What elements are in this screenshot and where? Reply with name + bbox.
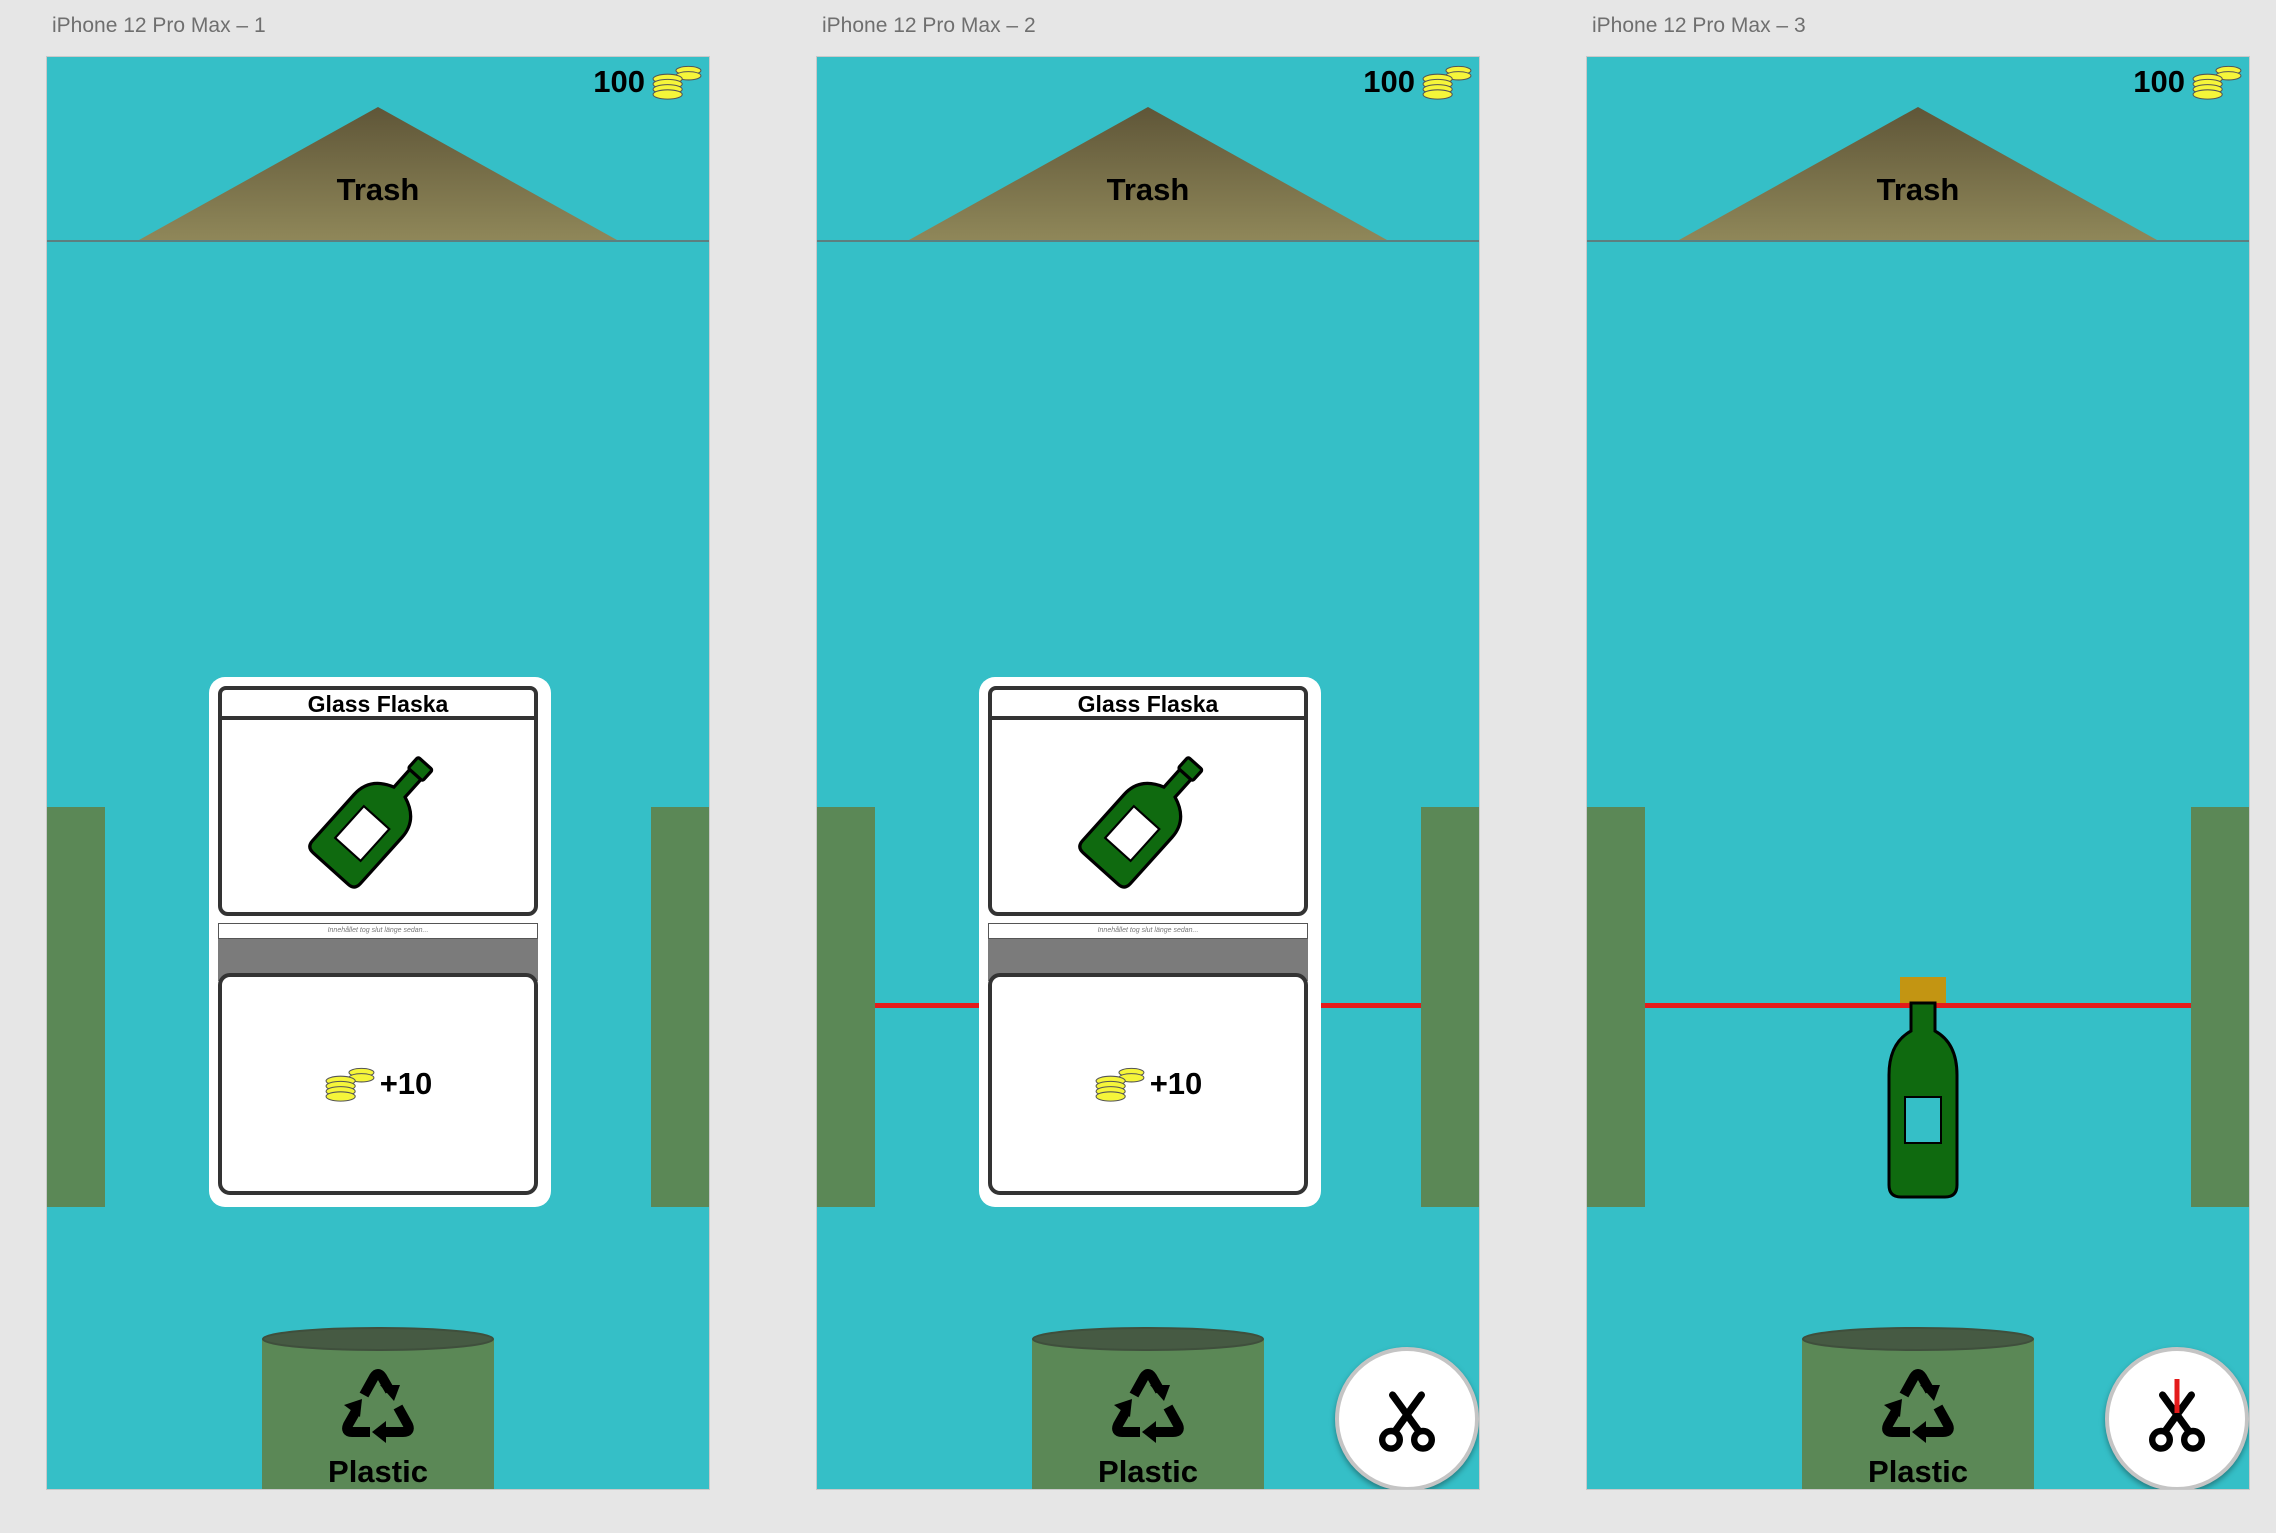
frame-label: iPhone 12 Pro Max – 3	[1592, 14, 1806, 37]
scissors-icon	[1367, 1379, 1447, 1459]
right-post	[651, 807, 709, 1207]
horizon-line	[47, 240, 709, 242]
horizon-line	[1587, 240, 2249, 242]
glass-bottle-icon[interactable]	[1887, 975, 1959, 1201]
horizon-line	[817, 240, 1479, 242]
trash-label: Trash	[336, 172, 420, 207]
reward-amount: +10	[379, 1066, 433, 1101]
trash-label: Trash	[1106, 172, 1190, 207]
coin-stack-icon	[1421, 63, 1473, 101]
coin-stack-icon	[1094, 1065, 1146, 1103]
item-card[interactable]: Glass Flaska Innehållet tog slut länge s…	[209, 677, 551, 1207]
item-card[interactable]: Glass Flaska Innehållet tog slut länge s…	[979, 677, 1321, 1207]
left-post	[47, 807, 105, 1207]
frame-label: iPhone 12 Pro Max – 2	[822, 14, 1036, 37]
card-reward: +10	[988, 973, 1308, 1195]
coin-stack-icon	[2191, 63, 2243, 101]
scissors-button[interactable]	[2105, 1347, 2249, 1489]
right-post	[2191, 807, 2249, 1207]
phone-screen: Trash 100 Glass Flaska Innehållet tog sl…	[817, 57, 1479, 1489]
left-post	[817, 807, 875, 1207]
card-title: Glass Flaska	[988, 686, 1308, 717]
coin-stack-icon	[324, 1065, 376, 1103]
bin-label: Plastic	[1868, 1454, 1968, 1489]
card-image	[218, 716, 538, 916]
card-image	[988, 716, 1308, 916]
left-post	[1587, 807, 1645, 1207]
bin-label: Plastic	[1098, 1454, 1198, 1489]
scissors-button[interactable]	[1335, 1347, 1479, 1489]
coin-count: 100	[2133, 64, 2185, 99]
phone-screen: Trash 100 Glass Flaska Innehållet tog sl…	[47, 57, 709, 1489]
reward-amount: +10	[1149, 1066, 1203, 1101]
card-title: Glass Flaska	[218, 686, 538, 717]
card-reward: +10	[218, 973, 538, 1195]
glass-bottle-icon	[1073, 741, 1223, 891]
coin-counter: 100	[1363, 63, 1473, 101]
bin-label: Plastic	[328, 1454, 428, 1489]
right-post	[1421, 807, 1479, 1207]
coin-count: 100	[1363, 64, 1415, 99]
scissors-icon	[2137, 1379, 2217, 1459]
card-caption: Innehållet tog slut länge sedan...	[218, 923, 538, 939]
frame-label: iPhone 12 Pro Max – 1	[52, 14, 266, 37]
trash-label: Trash	[1876, 172, 1960, 207]
card-caption: Innehållet tog slut länge sedan...	[988, 923, 1308, 939]
coin-stack-icon	[651, 63, 703, 101]
coin-count: 100	[593, 64, 645, 99]
coin-counter: 100	[2133, 63, 2243, 101]
coin-counter: 100	[593, 63, 703, 101]
glass-bottle-icon	[303, 741, 453, 891]
phone-screen: Trash 100 Plastic	[1587, 57, 2249, 1489]
